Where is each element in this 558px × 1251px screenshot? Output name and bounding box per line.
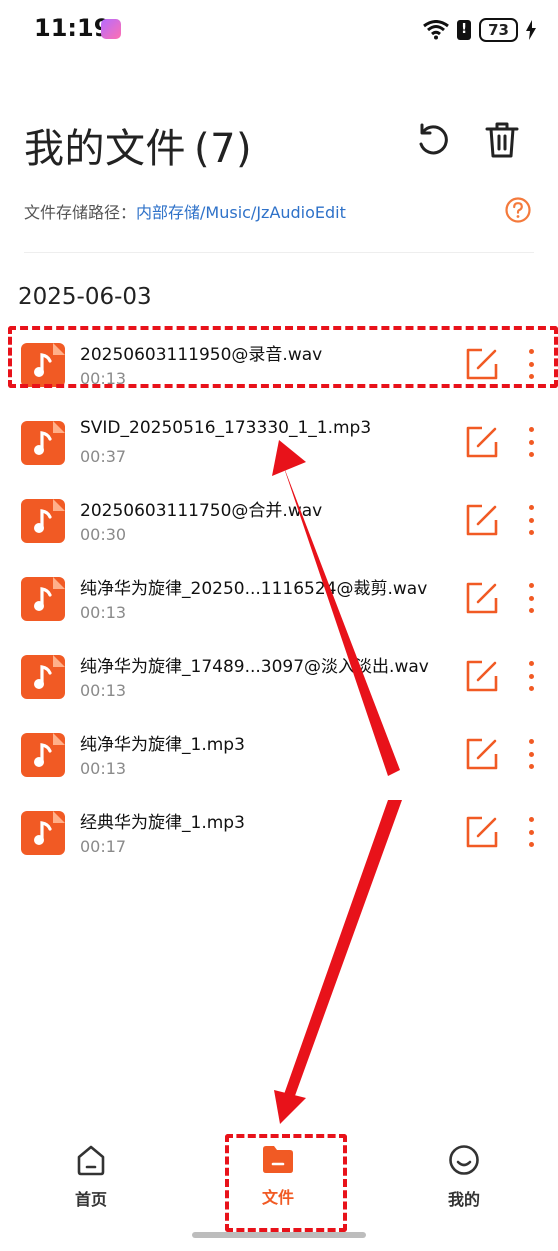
help-icon (505, 197, 531, 223)
battery-indicator: 73 (479, 18, 518, 42)
file-duration: 00:13 (80, 603, 127, 622)
tab-files-label: 文件 (261, 1188, 294, 1207)
file-name: SVID_20250516_173330_1_1.mp3 (80, 418, 372, 438)
file-row[interactable]: 纯净华为旋律_1.mp3 00:13 (0, 724, 558, 802)
refresh-button[interactable] (411, 118, 455, 162)
file-count: (7) (194, 126, 253, 172)
tab-mine[interactable]: 我的 (414, 1144, 514, 1224)
charging-icon (526, 20, 536, 40)
highlight-box-first-file (8, 326, 558, 388)
music-note-icon (34, 743, 52, 767)
help-button[interactable] (505, 197, 531, 223)
edit-icon[interactable] (465, 503, 499, 537)
audio-file-icon (21, 811, 65, 855)
file-row[interactable]: 纯净华为旋律_20250...1116524@裁剪.wav 00:13 (0, 568, 558, 646)
file-row[interactable]: 20250603111750@合并.wav 00:30 (0, 490, 558, 568)
file-duration: 00:30 (80, 525, 127, 544)
edit-icon[interactable] (465, 581, 499, 615)
smiley-icon (449, 1145, 479, 1175)
more-options-icon[interactable] (520, 425, 542, 459)
edit-icon[interactable] (465, 815, 499, 849)
file-row[interactable]: 纯净华为旋律_17489...3097@淡入淡出.wav 00:13 (0, 646, 558, 724)
audio-file-icon (21, 499, 65, 543)
file-name: 经典华为旋律_1.mp3 (80, 813, 245, 833)
divider (24, 252, 534, 253)
file-name: 纯净华为旋律_1.mp3 (80, 735, 245, 755)
music-note-icon (34, 431, 52, 455)
more-options-icon[interactable] (520, 503, 542, 537)
trash-icon (485, 122, 519, 158)
folder-icon (263, 1146, 293, 1173)
file-duration: 00:13 (80, 681, 127, 700)
arrow-down-head (274, 1090, 306, 1124)
edit-icon[interactable] (465, 425, 499, 459)
home-icon (77, 1145, 105, 1176)
music-note-icon (34, 509, 52, 533)
more-options-icon[interactable] (520, 737, 542, 771)
tab-mine-label: 我的 (447, 1190, 480, 1209)
more-options-icon[interactable] (520, 815, 542, 849)
more-options-icon[interactable] (520, 581, 542, 615)
file-duration: 00:13 (80, 759, 127, 778)
storage-path-label: 文件存储路径： (24, 203, 137, 222)
tab-home[interactable]: 首页 (41, 1144, 141, 1224)
status-time: 11:19 (34, 14, 111, 42)
delete-button[interactable] (480, 118, 524, 162)
music-note-icon (34, 587, 52, 611)
audio-file-icon (21, 733, 65, 777)
tab-home-label: 首页 (74, 1190, 107, 1209)
home-indicator[interactable] (192, 1232, 366, 1238)
app-notification-icon (101, 19, 121, 39)
music-note-icon (34, 665, 52, 689)
file-name: 纯净华为旋律_20250...1116524@裁剪.wav (80, 579, 428, 599)
bottom-tab-bar: 首页 文件 我的 (0, 1130, 558, 1230)
refresh-icon (419, 123, 448, 155)
audio-file-icon (21, 577, 65, 621)
audio-file-icon (21, 421, 65, 465)
status-icons: ! 73 (423, 16, 536, 44)
page-title-text: 我的文件 (24, 126, 186, 172)
file-duration: 00:17 (80, 837, 127, 856)
storage-path: 文件存储路径：内部存储/Music/JzAudioEdit (24, 199, 346, 223)
more-options-icon[interactable] (520, 659, 542, 693)
music-note-icon (34, 821, 52, 845)
page-title: 我的文件 (7) (24, 116, 252, 174)
edit-icon[interactable] (465, 659, 499, 693)
file-duration: 00:37 (80, 447, 127, 466)
date-group-header: 2025-06-03 (18, 284, 152, 310)
audio-file-icon (21, 655, 65, 699)
wifi-icon (423, 20, 450, 40)
file-row[interactable]: 经典华为旋律_1.mp3 00:17 (0, 802, 558, 880)
tab-files[interactable]: 文件 (228, 1144, 328, 1224)
storage-path-link[interactable]: 内部存储/Music/JzAudioEdit (136, 203, 346, 222)
file-row[interactable]: SVID_20250516_173330_1_1.mp3 00:37 (0, 412, 558, 490)
edit-icon[interactable] (465, 737, 499, 771)
status-bar: 11:19 ! 73 (0, 0, 558, 60)
file-name: 纯净华为旋律_17489...3097@淡入淡出.wav (80, 657, 429, 677)
alert-icon: ! (457, 20, 472, 40)
file-name: 20250603111750@合并.wav (80, 501, 323, 521)
